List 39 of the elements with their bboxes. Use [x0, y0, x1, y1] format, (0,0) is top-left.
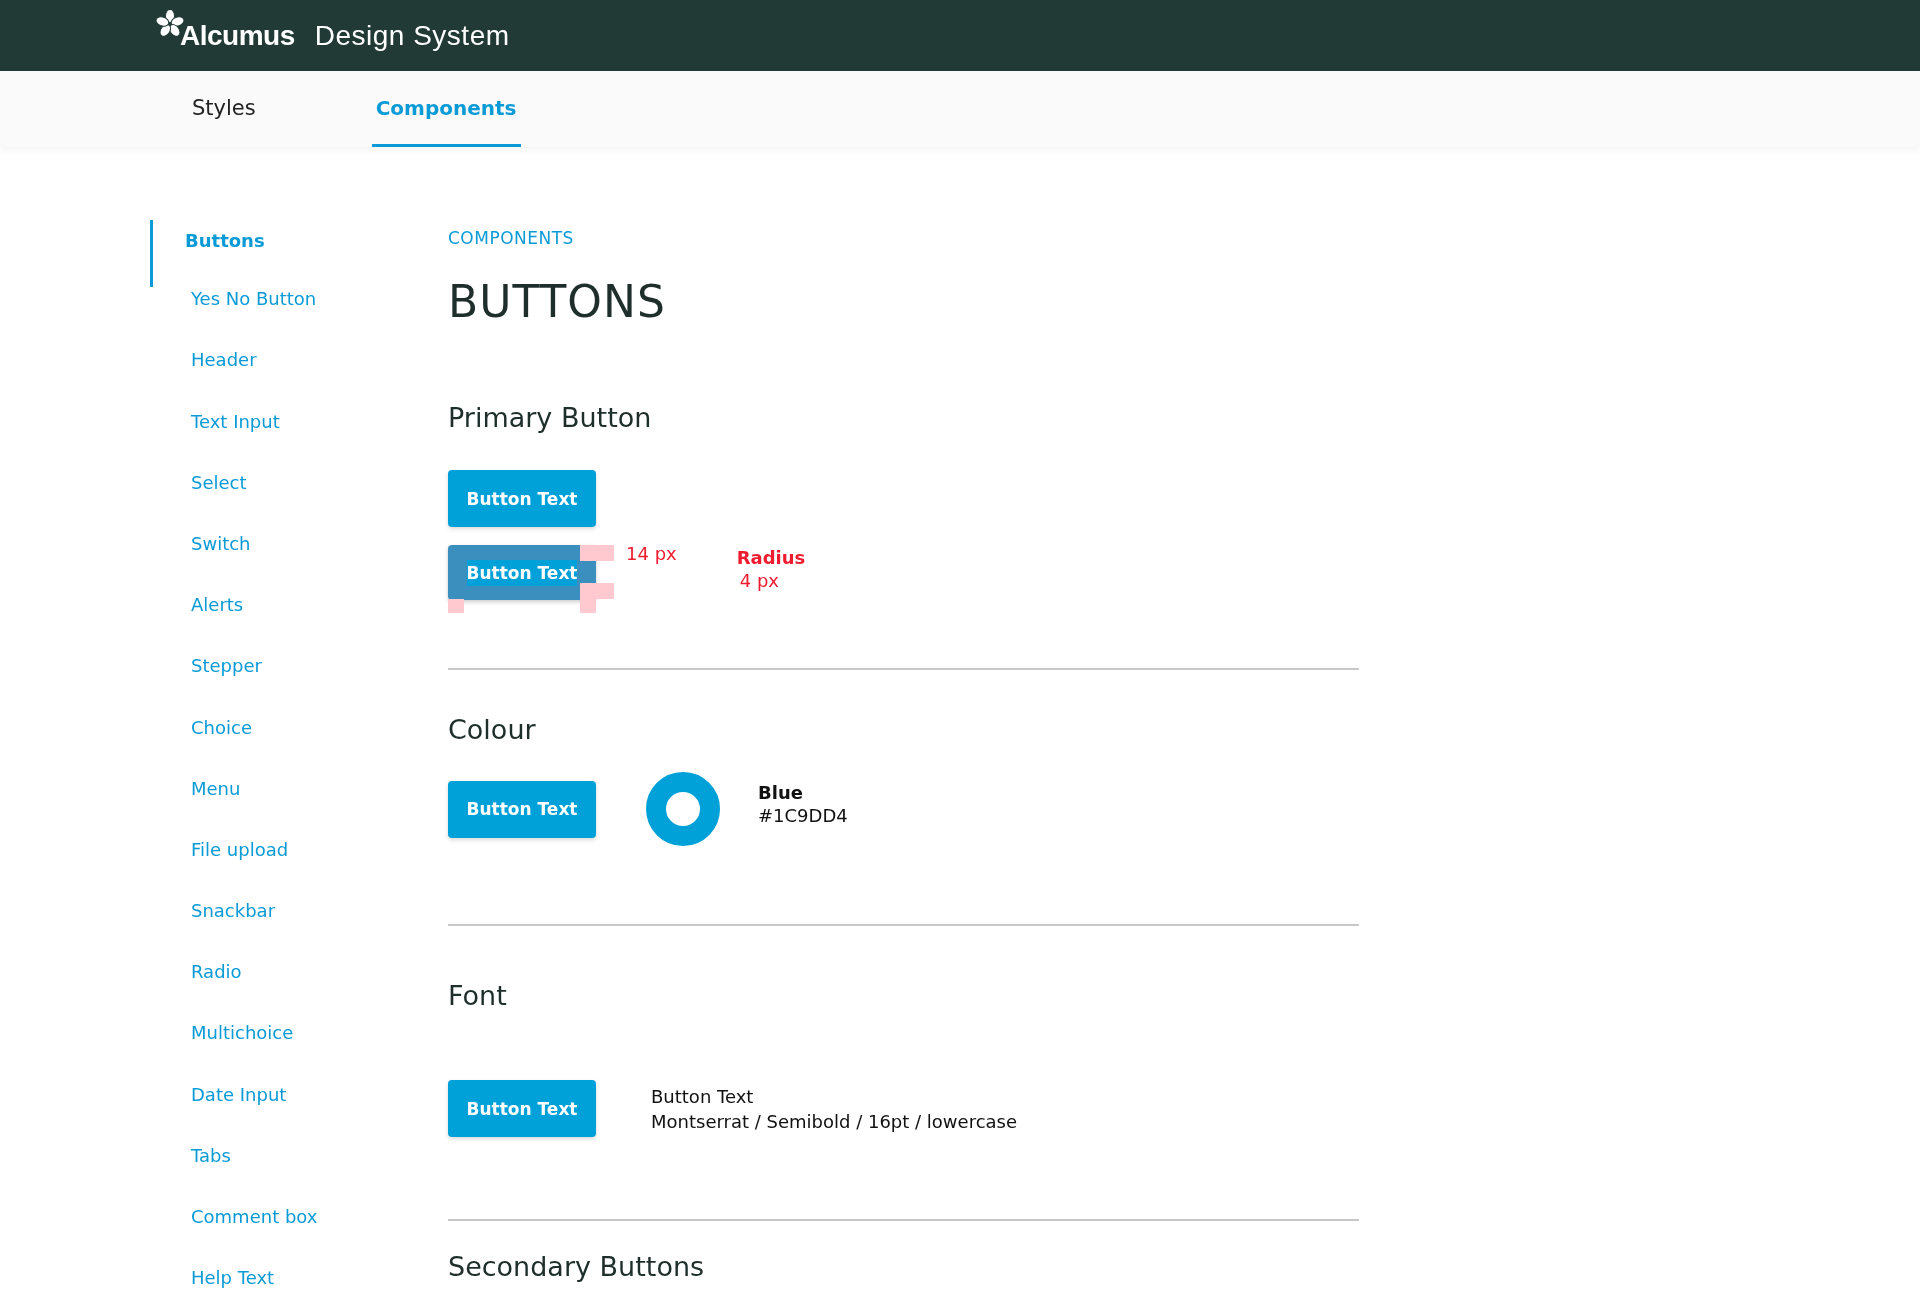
primary-button[interactable]: Button Text [448, 470, 596, 527]
colour-name: Blue [758, 782, 804, 803]
radius-annotation-value: 4 px [738, 570, 780, 591]
primary-button[interactable]: Button Text [448, 780, 596, 838]
button-label: Button Text [466, 559, 578, 586]
nav-tab[interactable]: Styles [188, 71, 260, 147]
brand-logo-text: Alcumus [180, 19, 295, 52]
sidebar-item[interactable]: Date Input [150, 1082, 448, 1144]
sidebar-item[interactable]: Switch [150, 531, 448, 594]
sidebar-item[interactable]: Radio [150, 960, 448, 1022]
nav-tab[interactable]: Components [371, 71, 521, 147]
breadcrumb-label: COMPONENTS [448, 227, 575, 250]
font-sample-name: Button Text [651, 1085, 755, 1107]
section-heading: Colour [448, 713, 537, 747]
sidebar-item[interactable]: Menu [150, 776, 448, 838]
section-heading: Font [448, 979, 508, 1013]
padding-annotation: 14 px [626, 543, 677, 564]
font-specification: Montserrat / Semibold / 16pt / lowercase [651, 1110, 1018, 1132]
sidebar-item[interactable]: File upload [150, 837, 448, 900]
sidebar-item[interactable]: Stepper [150, 654, 448, 716]
sidebar-item[interactable]: Tabs [150, 1143, 448, 1205]
sidebar-item[interactable]: Buttons [150, 220, 448, 288]
sidebar-item[interactable]: Comment box [150, 1205, 448, 1267]
radius-annotation-label: Radius [736, 547, 806, 568]
sidebar-item[interactable]: Yes No Button [150, 287, 448, 349]
sidebar-item[interactable]: Alerts [150, 593, 448, 655]
sidebar-item[interactable]: Choice [150, 715, 448, 777]
sidebar-item[interactable]: Header [150, 348, 448, 410]
sidebar-item[interactable]: Text Input [150, 409, 448, 471]
section-heading: Primary Button [448, 401, 653, 435]
sidebar-item[interactable]: Multichoice [150, 1021, 448, 1083]
section-heading: Secondary Buttons [448, 1250, 706, 1284]
primary-button[interactable]: Button Text [448, 1080, 596, 1137]
page-title: BUTTONS [448, 276, 667, 328]
sidebar-item[interactable]: Select [150, 470, 448, 532]
sidebar-item[interactable]: Help Text [150, 1266, 448, 1290]
sidebar-item[interactable]: Snackbar [150, 899, 448, 961]
app-title: Design System [314, 19, 510, 52]
colour-hex-value: #1C9DD4 [758, 805, 848, 826]
